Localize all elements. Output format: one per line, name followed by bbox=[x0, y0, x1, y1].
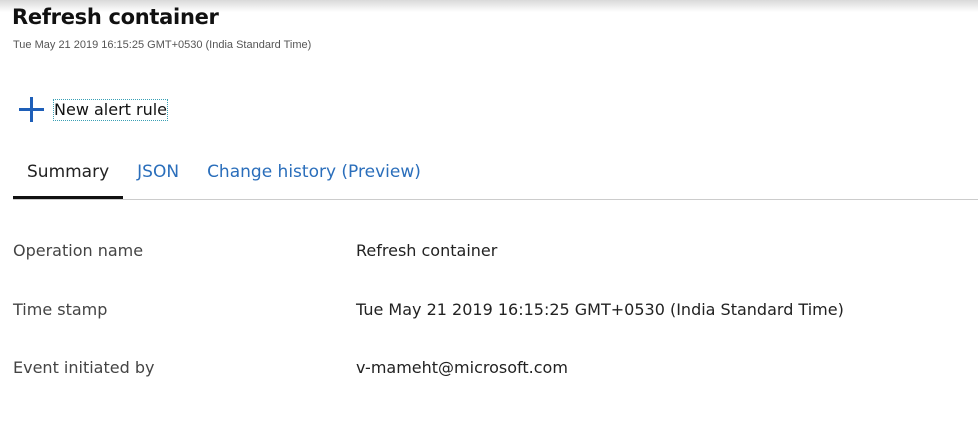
tab-summary[interactable]: Summary bbox=[13, 158, 124, 199]
page-subtitle-timestamp: Tue May 21 2019 16:15:25 GMT+0530 (India… bbox=[13, 39, 312, 51]
summary-row-event-initiated-by: Event initiated by v-mameht@microsoft.co… bbox=[13, 358, 568, 377]
summary-row-time-stamp: Time stamp Tue May 21 2019 16:15:25 GMT+… bbox=[13, 300, 844, 319]
tab-bar: Summary JSON Change history (Preview) bbox=[13, 158, 978, 200]
field-label: Operation name bbox=[13, 241, 144, 260]
page-title: Refresh container bbox=[12, 5, 219, 29]
field-value: v-mameht@microsoft.com bbox=[356, 358, 568, 377]
new-alert-rule-label: New alert rule bbox=[53, 98, 169, 121]
summary-row-operation-name: Operation name Refresh container bbox=[13, 241, 497, 260]
new-alert-rule-button[interactable]: New alert rule bbox=[18, 96, 169, 123]
plus-icon bbox=[18, 96, 45, 123]
field-value: Refresh container bbox=[356, 241, 498, 260]
tab-json[interactable]: JSON bbox=[123, 158, 193, 192]
tab-change-history[interactable]: Change history (Preview) bbox=[193, 158, 435, 192]
field-value: Tue May 21 2019 16:15:25 GMT+0530 (India… bbox=[356, 300, 844, 319]
field-label: Event initiated by bbox=[13, 358, 155, 377]
field-label: Time stamp bbox=[13, 300, 108, 319]
